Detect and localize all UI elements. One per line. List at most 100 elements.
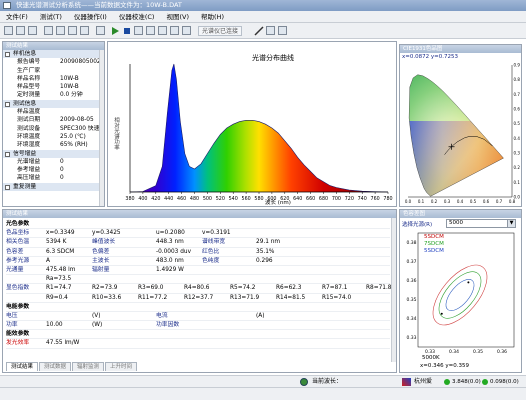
copy-icon[interactable] [68, 26, 77, 35]
tab-0[interactable]: 测试结果 [6, 362, 39, 371]
result-value: A [46, 257, 50, 264]
save-icon[interactable] [28, 26, 37, 35]
tree-row[interactable]: 样品温度 [3, 108, 104, 116]
collapse-toggle-icon[interactable] [5, 52, 10, 57]
x-tick-label: 740 [358, 196, 367, 202]
results-row: 相关色温 5394 K 峰值波长 448.3 nm 谱线带宽 29.1 nm [6, 238, 390, 248]
pen-icon[interactable] [254, 26, 264, 36]
cri-value: R14=81.5 [276, 294, 306, 301]
results-section-title: 能效参数 [6, 331, 30, 338]
tree-row[interactable]: 测试日期 2009-08-05 [3, 116, 104, 124]
tab-1[interactable]: 测试数据 [39, 362, 72, 371]
tree-row[interactable]: 样品名称 10W-B [3, 75, 104, 83]
single-test-icon[interactable] [134, 26, 143, 35]
tree-row[interactable]: 光谱增益 0 [3, 158, 104, 166]
export-icon[interactable] [80, 26, 89, 35]
tree-value: 0 [60, 167, 64, 174]
result-label: 色品坐标 [6, 230, 30, 237]
tree-row[interactable]: 样品型号 10W-B [3, 83, 104, 91]
menu-file[interactable]: 文件(F) [0, 11, 34, 23]
result-value: 1.4929 W [156, 266, 184, 273]
results-section-title: 光色参数 [6, 221, 30, 227]
menu-view[interactable]: 视图(V) [160, 11, 195, 23]
result-value: 483.0 nm [156, 257, 184, 264]
play-icon[interactable] [110, 26, 120, 36]
result-value: 5394 K [46, 239, 67, 246]
continuous-test-icon[interactable] [146, 26, 155, 35]
settings-icon[interactable] [96, 26, 105, 35]
result-value: 475.48 lm [46, 266, 76, 273]
menu-test[interactable]: 测试(T) [34, 11, 68, 23]
result-value: 29.1 nm [256, 239, 281, 246]
cie-chart[interactable]: 0.0 0.1 0.2 0.3 0.4 0.5 0.6 0.7 0.80.00.10.20.30… [400, 61, 521, 206]
result-value: -0.0003 duv [156, 248, 192, 255]
results-section-title: 电能参数 [6, 303, 30, 310]
tab-3[interactable]: 上升时间 [105, 362, 138, 371]
menu-instrument[interactable]: 仪器操作(I) [68, 11, 113, 23]
chart-icon[interactable] [158, 26, 167, 35]
results-scrollbar[interactable] [391, 218, 396, 362]
new-file-icon[interactable] [4, 26, 13, 35]
menu-calibrate[interactable]: 仪器校准(C) [113, 11, 161, 23]
tree-row[interactable]: 环境温度 25.0 (℃) [3, 133, 104, 141]
tree-section[interactable]: 测试信息 [3, 99, 104, 109]
tree-row[interactable]: 测试设备 SPEC300 快速 [3, 125, 104, 133]
tol-y-tick-label: 0.36 [406, 278, 416, 284]
cri-row: R9=0.4 R10=33.6 R11=77.2 R12=37.7 R13=71.9 R1… [6, 294, 390, 303]
tolerance-source-name: 5000K [422, 355, 440, 361]
x-tick-label: 640 [293, 196, 302, 202]
tree-scrollbar[interactable] [99, 50, 104, 206]
result-label: 功率因数 [156, 322, 180, 329]
cri-value: R12=37.7 [184, 294, 214, 301]
preview-icon[interactable] [56, 26, 65, 35]
tree-key: 测试日期 [17, 117, 41, 124]
tree-section[interactable]: 信号增益 [3, 149, 104, 158]
cri-value: R4=80.6 [184, 285, 210, 292]
tree-row[interactable]: 高压增益 0 [3, 174, 104, 182]
result-label: 辐射量 [92, 266, 110, 273]
print-icon[interactable] [44, 26, 53, 35]
tree-row[interactable]: 生产厂家 [3, 67, 104, 75]
tree-key: 测试设备 [17, 125, 41, 132]
results-row: 色品坐标 x=0.3349 y=0.3425 u=0.2080 v=0.3191 [6, 229, 390, 239]
cie-x-tick-label: 0.1 [418, 199, 425, 204]
cri-row: 显色指数 R1=74.7 R2=73.9 R3=69.0 R4=80.6 R5=74.2 R… [6, 284, 391, 294]
open-file-icon[interactable] [16, 26, 25, 35]
chevron-down-icon[interactable]: ▼ [507, 220, 515, 227]
tree-row[interactable]: 环境湿度 65% (RH) [3, 141, 104, 149]
spectrum-fill [130, 64, 388, 192]
tree-section[interactable]: 样机信息 [3, 50, 104, 59]
x-tick-label: 700 [332, 196, 341, 202]
result-value: (V) [92, 312, 101, 319]
collapse-toggle-icon[interactable] [5, 101, 10, 107]
tree-section[interactable]: 重复测量 [3, 182, 104, 192]
light-source-select[interactable]: 5000 ▼ [446, 219, 516, 228]
collapse-toggle-icon[interactable] [5, 184, 10, 190]
tab-2[interactable]: 辐射监测 [72, 362, 105, 371]
x-tick-label: 760 [371, 196, 380, 202]
stop-icon[interactable] [122, 26, 132, 36]
x-tick-label: 540 [229, 196, 238, 202]
cie-x-tick-label: 0.6 [483, 199, 490, 204]
tree-row[interactable]: 定时测量 0.0 分钟 [3, 91, 104, 99]
window-icon[interactable] [278, 26, 287, 35]
tree-row[interactable]: 参考增益 0 [3, 166, 104, 174]
menu-help[interactable]: 帮助(H) [195, 11, 230, 23]
spectrum-title: 光谱分布曲线 [252, 53, 294, 62]
result-value: 10.00 [46, 322, 63, 329]
status-row: 当前波长： 杭州爱 3.848(0.0) 0.098(0.0) [0, 376, 526, 388]
tol-y-tick-label: 0.33 [406, 335, 416, 341]
brand-logo-icon [402, 378, 411, 386]
tol-y-tick-label: 0.37 [406, 259, 416, 265]
channel1-indicator-icon [444, 379, 450, 385]
cie-cursor-readout: x=0.0872 y=0.7253 [402, 54, 458, 60]
layout-icon[interactable] [266, 26, 275, 35]
tolerance-ellipse-inner [445, 279, 475, 311]
table-icon[interactable] [170, 26, 179, 35]
collapse-toggle-icon[interactable] [5, 151, 10, 157]
info-tree-panel: 测试结果 样机信息 报告编号 20090805002 生产厂家 样品名称 10W-B 样品型… [2, 41, 105, 207]
spectrum-x-label: 波长 (nm) [265, 198, 291, 206]
calibrate-icon[interactable] [182, 26, 191, 35]
channel2-indicator-icon [482, 379, 488, 385]
tree-row[interactable]: 报告编号 20090805002 [3, 58, 104, 66]
